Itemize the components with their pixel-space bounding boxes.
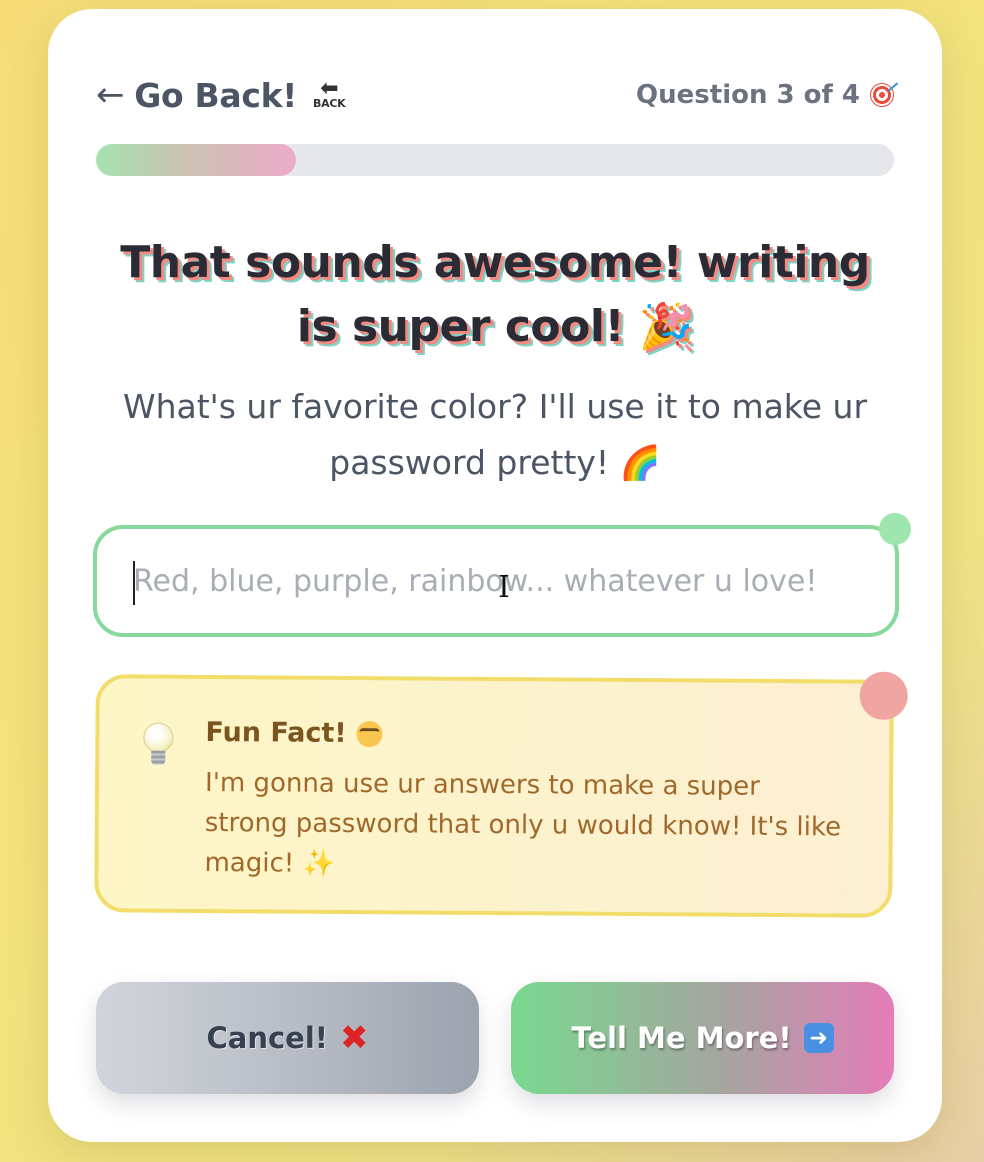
progress-bar xyxy=(96,144,894,176)
answer-input-container xyxy=(93,513,911,637)
top-bar: ← Go Back! ⬅ BACK Question 3 of 4 xyxy=(96,67,894,123)
cancel-button-label: Cancel! xyxy=(206,1021,329,1055)
cross-mark-icon: ✖ xyxy=(340,1018,369,1058)
fun-fact-text: I'm gonna use ur answers to make a super… xyxy=(204,767,842,879)
question-counter: Question 3 of 4 xyxy=(636,80,894,110)
text-caret xyxy=(133,561,135,605)
left-arrow-icon: ← xyxy=(96,75,125,115)
fun-fact-body: I'm gonna use ur answers to make a super… xyxy=(204,763,849,887)
fun-fact-box: Fun Fact! I'm gonna use ur answers to ma… xyxy=(94,671,908,918)
cancel-button[interactable]: Cancel! ✖ xyxy=(96,982,479,1094)
right-arrow-icon: ➜ xyxy=(803,1023,834,1053)
go-back-label: Go Back! xyxy=(134,75,298,115)
target-icon xyxy=(870,83,894,107)
nerd-face-icon xyxy=(356,720,383,747)
decorative-green-dot xyxy=(879,513,911,545)
fun-fact-title-text: Fun Fact! xyxy=(205,716,347,749)
tell-me-more-label: Tell Me More! xyxy=(571,1021,792,1055)
page-heading: That sounds awesome! writing is super co… xyxy=(120,237,870,352)
back-emoji-label: BACK xyxy=(313,97,346,110)
favorite-color-input[interactable] xyxy=(97,529,895,633)
go-back-button[interactable]: ← Go Back! ⬅ BACK xyxy=(96,75,346,115)
question-card: ← Go Back! ⬅ BACK Question 3 of 4 That s… xyxy=(48,9,942,1142)
decorative-pink-dot xyxy=(859,671,908,720)
question-text: What's ur favorite color? I'll use it to… xyxy=(122,387,868,482)
question-counter-label: Question 3 of 4 xyxy=(636,80,860,110)
progress-bar-fill xyxy=(96,144,296,176)
lightbulb-icon xyxy=(143,722,174,771)
sparkles-icon: ✨ xyxy=(302,848,335,879)
fun-fact-title: Fun Fact! xyxy=(205,716,383,749)
back-arrow-icon: ⬅ BACK xyxy=(313,76,346,110)
tell-me-more-button[interactable]: Tell Me More! ➜ xyxy=(511,982,894,1094)
